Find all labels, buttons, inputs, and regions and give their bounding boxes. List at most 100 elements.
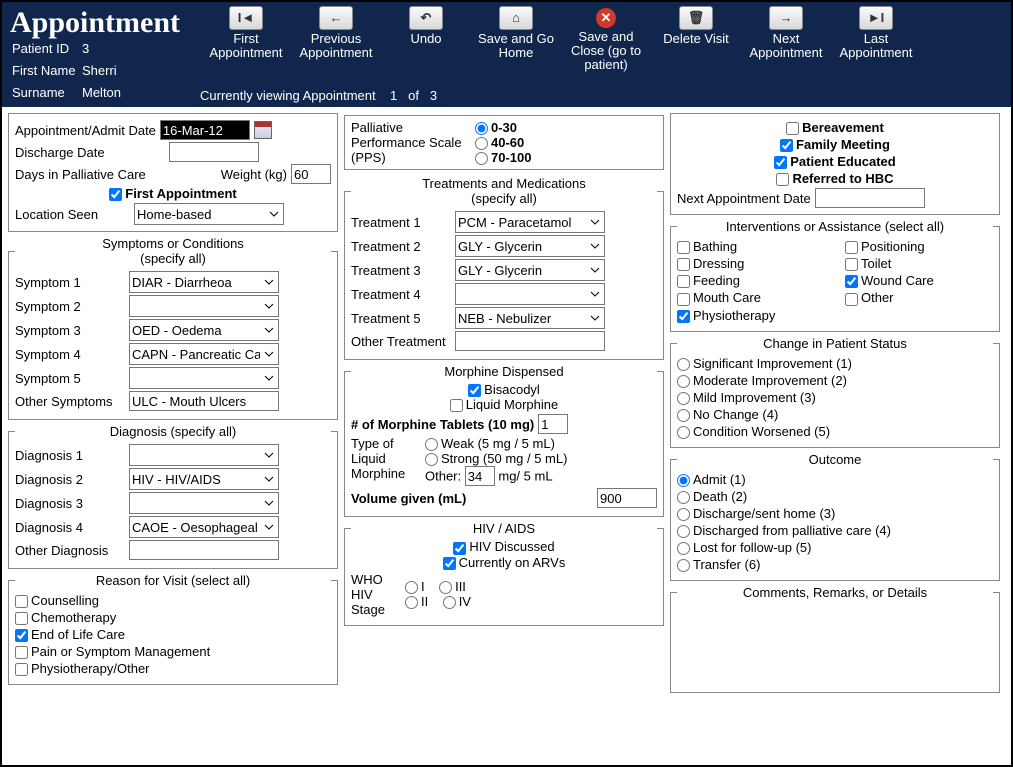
morphine-tabs-label: # of Morphine Tablets (10 mg) (351, 417, 534, 432)
other-diagnosis-input[interactable] (129, 540, 279, 560)
save-home-button[interactable]: ⌂ (499, 6, 533, 30)
status-nochange-radio[interactable] (677, 409, 690, 422)
calendar-icon[interactable] (254, 121, 272, 139)
treatment4-select[interactable] (455, 283, 605, 305)
symptom4-select[interactable]: CAPN - Pancreatic Cance (129, 343, 279, 365)
morphine-other-unit: mg/ 5 mL (498, 469, 552, 484)
interv-mouthcare-label: Mouth Care (693, 290, 761, 305)
other-symptoms-input[interactable] (129, 391, 279, 411)
morphine-vol-input[interactable] (597, 488, 657, 508)
discharge-date-input[interactable] (169, 142, 259, 162)
reason-title: Reason for Visit (select all) (15, 573, 331, 588)
hiv-stage1-radio[interactable] (405, 581, 418, 594)
patient-educated-check[interactable] (774, 156, 787, 169)
previous-appointment-button[interactable]: ← (319, 6, 353, 30)
treatment3-label: Treatment 3 (351, 263, 451, 278)
status-worse-radio[interactable] (677, 426, 690, 439)
other-symptoms-label: Other Symptoms (15, 394, 125, 409)
status-sig-radio[interactable] (677, 358, 690, 371)
hiv-stage2-radio[interactable] (405, 596, 418, 609)
treatment5-select[interactable]: NEB - Nebulizer (455, 307, 605, 329)
first-appointment-check[interactable] (109, 188, 122, 201)
outcome-palliative-radio[interactable] (677, 525, 690, 538)
liquid-morphine-check[interactable] (450, 399, 463, 412)
bereavement-check[interactable] (786, 122, 799, 135)
treatment1-select[interactable]: PCM - Paracetamol (455, 211, 605, 233)
hiv-discussed-check[interactable] (453, 542, 466, 555)
hiv-stage4-radio[interactable] (443, 596, 456, 609)
hiv-fieldset: HIV / AIDS HIV Discussed Currently on AR… (344, 521, 664, 625)
outcome-death-radio[interactable] (677, 491, 690, 504)
reason-chemo-label: Chemotherapy (31, 610, 116, 625)
next-appointment-button[interactable]: → (769, 6, 803, 30)
reason-endoflife-check[interactable] (15, 629, 28, 642)
outcome-transfer-label: Transfer (6) (693, 557, 760, 572)
pps-70100-radio[interactable] (475, 152, 488, 165)
treatment2-select[interactable]: GLY - Glycerin (455, 235, 605, 257)
weight-input[interactable] (291, 164, 331, 184)
outcome-admit-radio[interactable] (677, 474, 690, 487)
symptoms-title: Symptoms or Conditions (specify all) (15, 236, 331, 266)
reason-chemo-check[interactable] (15, 612, 28, 625)
hiv-arvs-check[interactable] (443, 557, 456, 570)
symptom1-select[interactable]: DIAR - Diarrheoa (129, 271, 279, 293)
family-meeting-check[interactable] (780, 139, 793, 152)
diagnosis4-select[interactable]: CAOE - Oesophageal Car (129, 516, 279, 538)
reason-pain-check[interactable] (15, 646, 28, 659)
reason-physio-check[interactable] (15, 663, 28, 676)
outcome-lost-radio[interactable] (677, 542, 690, 555)
morphine-weak-radio[interactable] (425, 438, 438, 451)
diagnosis2-select[interactable]: HIV - HIV/AIDS (129, 468, 279, 490)
treatment3-select[interactable]: GLY - Glycerin (455, 259, 605, 281)
interv-mouthcare-check[interactable] (677, 293, 690, 306)
hiv-arvs-label: Currently on ARVs (459, 555, 566, 570)
surname: Melton (82, 82, 121, 104)
reason-counselling-check[interactable] (15, 595, 28, 608)
interv-dressing-check[interactable] (677, 258, 690, 271)
interv-toilet-check[interactable] (845, 258, 858, 271)
hiv-stage-label: WHO HIV Stage (351, 572, 401, 617)
morphine-strong-radio[interactable] (425, 453, 438, 466)
save-close-button[interactable]: ✕ (596, 8, 616, 28)
morphine-other-input[interactable] (465, 466, 495, 486)
interv-bathing-check[interactable] (677, 241, 690, 254)
referred-hbc-check[interactable] (776, 173, 789, 186)
first-appointment-button[interactable]: I◄ (229, 6, 263, 30)
status-mod-label: Moderate Improvement (2) (693, 373, 847, 388)
next-appt-date-input[interactable] (815, 188, 925, 208)
morphine-tabs-input[interactable] (538, 414, 568, 434)
hiv-title: HIV / AIDS (351, 521, 657, 536)
hiv-stage3-radio[interactable] (439, 581, 452, 594)
comments-fieldset: Comments, Remarks, or Details (670, 585, 1000, 693)
diagnosis-fieldset: Diagnosis (specify all) Diagnosis 1 Diag… (8, 424, 338, 569)
comments-textarea[interactable] (677, 603, 993, 683)
outcome-discharge-radio[interactable] (677, 508, 690, 521)
bereavement-label: Bereavement (802, 120, 884, 135)
diagnosis3-select[interactable] (129, 492, 279, 514)
interv-positioning-check[interactable] (845, 241, 858, 254)
outcome-transfer-radio[interactable] (677, 559, 690, 572)
undo-button[interactable]: ↶ (409, 6, 443, 30)
interv-feeding-check[interactable] (677, 275, 690, 288)
diagnosis1-select[interactable] (129, 444, 279, 466)
other-treatment-input[interactable] (455, 331, 605, 351)
diagnosis4-label: Diagnosis 4 (15, 520, 125, 535)
pps-030-radio[interactable] (475, 122, 488, 135)
symptom3-select[interactable]: OED - Oedema (129, 319, 279, 341)
symptom5-select[interactable] (129, 367, 279, 389)
bisacodyl-check[interactable] (468, 384, 481, 397)
pps-4060-radio[interactable] (475, 137, 488, 150)
status-mod-radio[interactable] (677, 375, 690, 388)
morphine-weak-label: Weak (5 mg / 5 mL) (441, 436, 555, 451)
delete-visit-button[interactable]: 🗑 (679, 6, 713, 30)
interv-other-check[interactable] (845, 293, 858, 306)
symptom2-select[interactable] (129, 295, 279, 317)
hiv-stage1-label: I (421, 579, 425, 594)
interv-physio-check[interactable] (677, 310, 690, 323)
location-seen-select[interactable]: Home-based (134, 203, 284, 225)
last-appointment-button[interactable]: ►I (859, 6, 893, 30)
viewing-total: 3 (430, 88, 437, 103)
status-mild-radio[interactable] (677, 392, 690, 405)
interv-woundcare-check[interactable] (845, 275, 858, 288)
admit-date-input[interactable] (160, 120, 250, 140)
